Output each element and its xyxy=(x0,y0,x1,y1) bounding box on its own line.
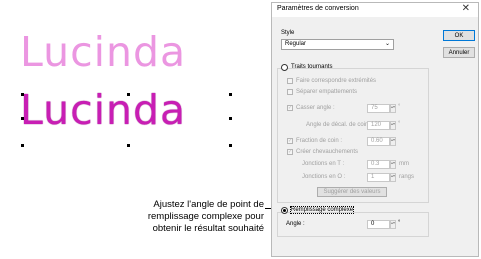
selection-handle[interactable] xyxy=(127,144,130,147)
corner-offset-label: Angle de décal. de coin : xyxy=(306,122,372,128)
selection-handle[interactable] xyxy=(21,93,24,96)
turning-strokes-radio[interactable] xyxy=(281,64,288,71)
join-t-label: Jonctions en T : xyxy=(302,161,345,167)
join-o-field[interactable]: 1 xyxy=(367,173,390,182)
join-t-stepper[interactable]: ▴▾ xyxy=(390,160,396,169)
dialog-title: Paramètres de conversion xyxy=(277,5,359,12)
selection-handle[interactable] xyxy=(229,93,232,96)
join-t-field[interactable]: 0.3 xyxy=(367,160,390,169)
lucinda-sample-dark: Lucinda xyxy=(20,86,187,134)
suggest-values-button[interactable]: Suggérer des valeurs xyxy=(317,187,387,197)
corner-fraction-field[interactable]: 0.60 xyxy=(367,137,390,146)
selection-handle[interactable] xyxy=(229,144,232,147)
chevron-down-icon: ⌄ xyxy=(384,41,390,47)
corner-fraction-value: 0.60 xyxy=(371,138,383,144)
selection-handle[interactable] xyxy=(229,117,232,120)
corner-offset-stepper[interactable]: ▴▾ xyxy=(390,121,396,130)
angle-stepper[interactable]: ▴▾ xyxy=(390,220,396,229)
degree-unit: ° xyxy=(398,104,401,110)
degree-unit: ° xyxy=(398,121,401,127)
join-t-unit: mm xyxy=(399,161,409,167)
join-o-label: Jonctions en O : xyxy=(302,174,346,180)
complex-fill-radio[interactable] xyxy=(281,207,288,214)
complex-fill-label: Remplissage complexe xyxy=(289,206,355,214)
match-ends-checkbox[interactable] xyxy=(287,78,293,84)
callout-line: remplissage complexe pour xyxy=(147,211,264,222)
create-overlaps-label: Créer chevauchements xyxy=(296,149,359,155)
corner-fraction-label: Fraction de coin : xyxy=(296,138,343,144)
cancel-button[interactable]: Annuler xyxy=(443,47,475,58)
close-icon[interactable]: ✕ xyxy=(462,3,470,14)
separate-serifs-checkbox[interactable] xyxy=(287,89,293,95)
selection-handle[interactable] xyxy=(127,93,130,96)
corner-offset-value: 120 xyxy=(371,122,382,128)
style-label: Style xyxy=(281,30,295,36)
break-angle-field[interactable]: 75 xyxy=(367,104,390,113)
corner-fraction-stepper[interactable]: ▴▾ xyxy=(390,137,396,146)
style-value: Regular xyxy=(285,41,307,47)
callout-line: Ajustez l'angle de point de xyxy=(153,199,264,210)
join-o-value: 1 xyxy=(371,174,375,180)
conversion-settings-dialog: Paramètres de conversion ✕ Style Regular… xyxy=(271,2,479,257)
dialog-titlebar: Paramètres de conversion ✕ xyxy=(272,3,478,17)
join-t-value: 0.3 xyxy=(371,161,380,167)
degree-unit: ° xyxy=(398,220,401,226)
separate-serifs-label: Séparer empattements xyxy=(296,89,358,95)
corner-offset-field[interactable]: 120 xyxy=(367,121,390,130)
angle-value: 0 xyxy=(371,221,375,227)
break-angle-checkbox[interactable]: ✓ xyxy=(287,105,293,111)
selection-handle[interactable] xyxy=(21,144,24,147)
match-ends-label: Faire correspondre extrémités xyxy=(296,78,377,84)
callout-line: obtenir le résultat souhaité xyxy=(152,223,264,234)
angle-field[interactable]: 0 xyxy=(367,220,390,229)
create-overlaps-checkbox[interactable]: ✓ xyxy=(287,149,293,155)
join-o-stepper[interactable]: ▴▾ xyxy=(390,173,396,182)
style-select[interactable]: Regular ⌄ xyxy=(281,39,394,50)
join-o-unit: rangs xyxy=(399,174,415,180)
angle-label: Angle : xyxy=(286,221,305,227)
break-angle-stepper[interactable]: ▴▾ xyxy=(390,104,396,113)
break-angle-label: Casser angle : xyxy=(296,105,335,111)
break-angle-value: 75 xyxy=(371,105,378,111)
lucinda-sample-light: Lucinda xyxy=(20,28,187,76)
turning-strokes-label: Traits tournants xyxy=(291,64,333,70)
ok-button[interactable]: OK xyxy=(443,30,475,41)
corner-fraction-checkbox[interactable]: ✓ xyxy=(287,138,293,144)
selection-handle[interactable] xyxy=(21,117,24,120)
callout-text: Ajustez l'angle de point de remplissage … xyxy=(104,199,264,235)
